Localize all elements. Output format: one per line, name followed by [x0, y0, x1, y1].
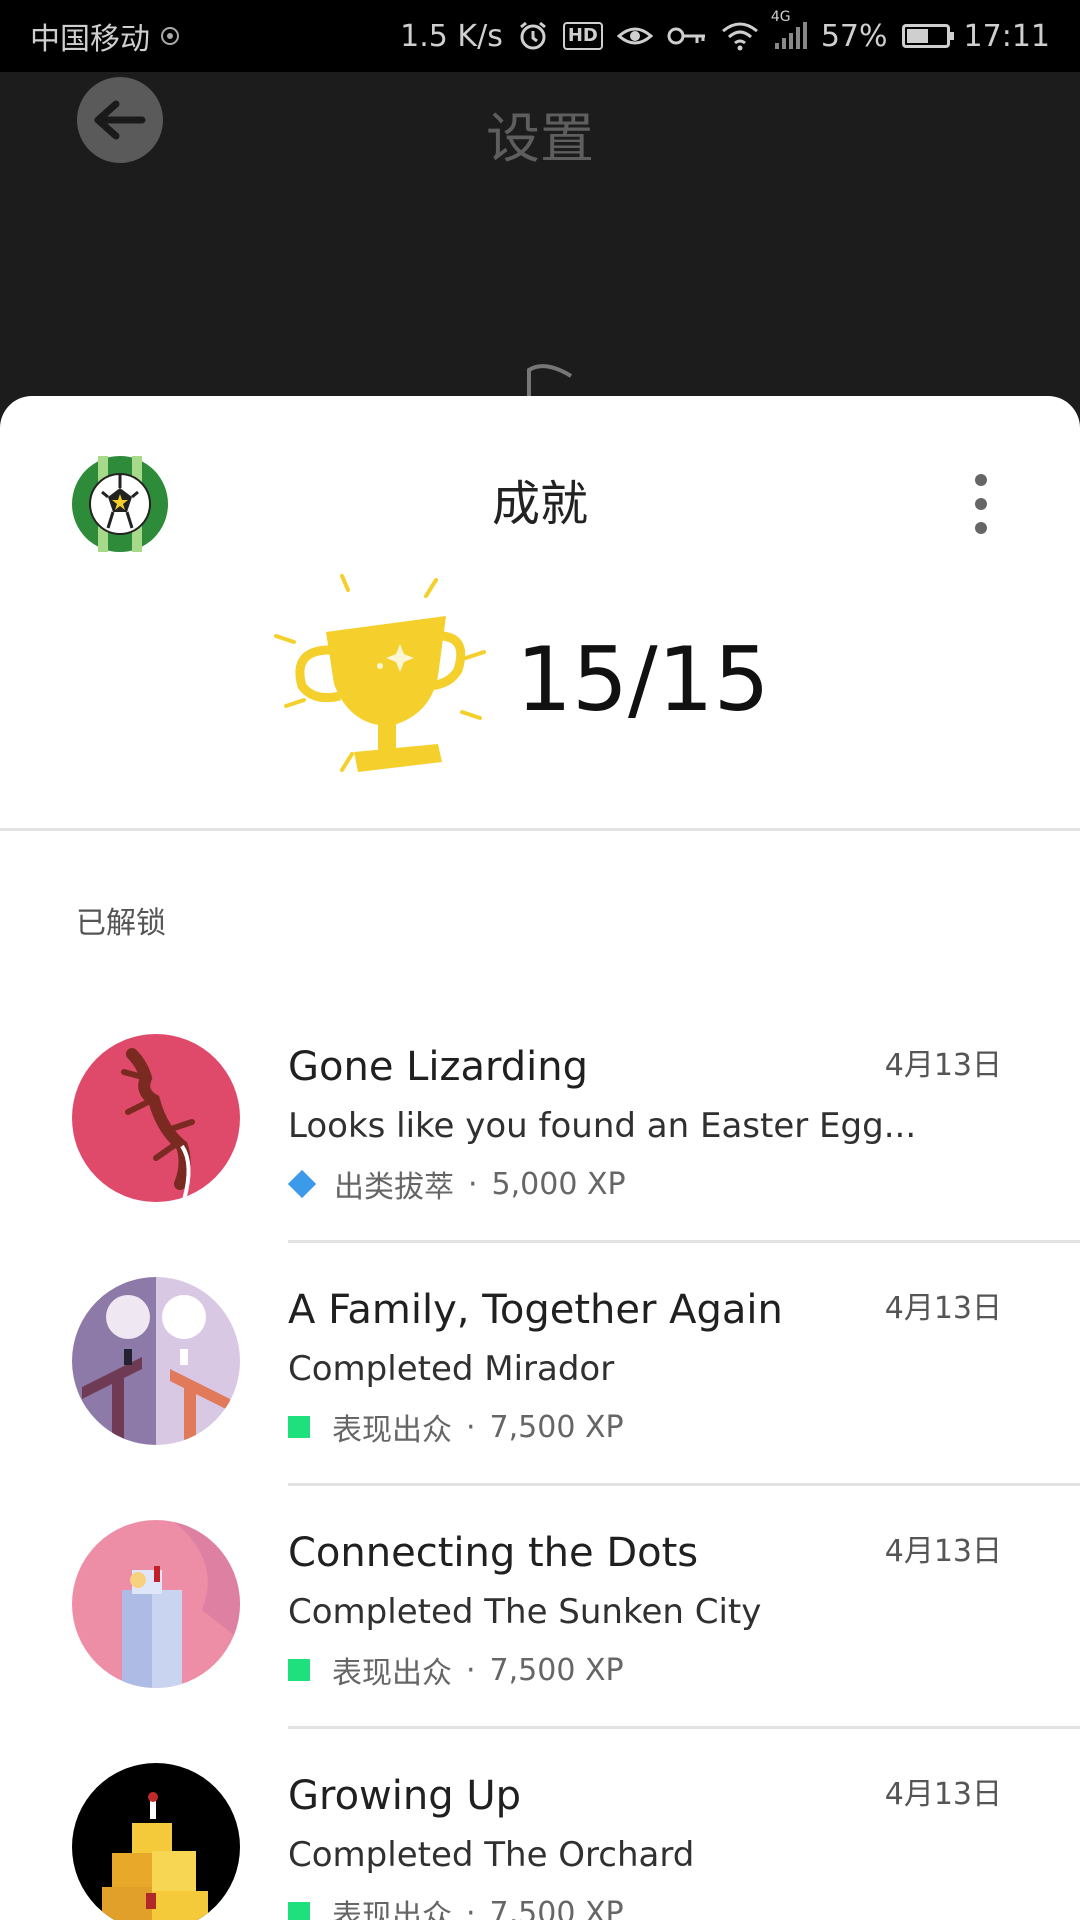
sunken-city-achievement-image: [72, 1520, 240, 1688]
rarity-label: 表现出众: [332, 1656, 452, 1691]
achievement-meta: 表现出众 · 7,500 XP: [288, 1648, 624, 1692]
eye-icon: [616, 22, 653, 50]
meta-separator: ·: [466, 1652, 476, 1688]
sim-icon: [160, 26, 180, 46]
achievement-meta: 表现出众 · 7,500 XP: [288, 1891, 624, 1920]
meta-separator: ·: [468, 1166, 478, 1202]
status-left: 中国移动: [30, 14, 180, 58]
achievements-sheet: 成就 15/15 已解锁 Gone Lizarding 4月13日 Looks …: [0, 396, 1080, 1920]
rarity-label: 出类拔萃: [334, 1170, 454, 1205]
status-bar: 中国移动 1.5 K/s HD 4G 57% 17:11: [0, 0, 1080, 72]
network-type: 4G: [770, 9, 791, 25]
achievement-description: Looks like you found an Easter Egg...: [288, 1106, 917, 1146]
item-divider: [288, 1240, 1080, 1243]
achievement-item[interactable]: Growing Up 4月13日 Completed The Orchard 表…: [0, 1763, 1080, 1920]
achievement-name: Gone Lizarding: [288, 1044, 589, 1090]
achievement-meta: 表现出众 · 7,500 XP: [288, 1405, 624, 1449]
xp-label: 5,000 XP: [491, 1166, 626, 1202]
item-divider: [288, 1726, 1080, 1729]
achievement-date: 4月13日: [884, 1291, 1002, 1326]
orchard-achievement-image: [72, 1763, 240, 1920]
more-dot: [975, 474, 987, 486]
achievement-progress: 15/15: [516, 628, 770, 731]
diamond-icon: [287, 1169, 317, 1199]
square-icon: [288, 1902, 310, 1920]
battery-percent: 57%: [820, 18, 888, 54]
achievement-name: Growing Up: [288, 1773, 521, 1819]
settings-header: 设置: [0, 72, 1080, 402]
item-divider: [288, 1483, 1080, 1486]
sheet-title: 成就: [491, 476, 588, 532]
achievement-item[interactable]: Connecting the Dots 4月13日 Completed The …: [0, 1520, 1080, 1763]
achievement-item[interactable]: Gone Lizarding 4月13日 Looks like you foun…: [0, 1034, 1080, 1277]
page-title: 设置: [486, 107, 594, 170]
achievement-description: Completed The Orchard: [288, 1835, 695, 1875]
more-dot: [975, 498, 987, 510]
wifi-icon: [721, 21, 759, 51]
alarm-icon: [517, 20, 549, 52]
achievement-date: 4月13日: [884, 1048, 1002, 1083]
lizard-achievement-image: [72, 1034, 240, 1202]
key-icon: [667, 24, 707, 48]
xp-label: 7,500 XP: [489, 1409, 624, 1445]
achievement-item[interactable]: A Family, Together Again 4月13日 Completed…: [0, 1277, 1080, 1520]
section-label-unlocked: 已解锁: [76, 906, 166, 941]
xp-label: 7,500 XP: [489, 1652, 624, 1688]
achievement-date: 4月13日: [884, 1534, 1002, 1569]
carrier-label: 中国移动: [30, 22, 150, 57]
rarity-label: 表现出众: [332, 1413, 452, 1448]
more-dot: [975, 522, 987, 534]
hd-icon: HD: [562, 22, 603, 50]
signal-icon: 4G: [771, 9, 807, 51]
achievement-meta: 出类拔萃 · 5,000 XP: [287, 1162, 626, 1206]
square-icon: [288, 1416, 310, 1438]
achievement-name: A Family, Together Again: [288, 1287, 783, 1333]
trophy-icon: [270, 566, 490, 796]
meta-separator: ·: [466, 1895, 476, 1920]
meta-separator: ·: [466, 1409, 476, 1445]
battery-icon: [901, 24, 954, 48]
square-icon: [288, 1659, 310, 1681]
status-right: 1.5 K/s HD 4G 57% 17:11: [400, 9, 1050, 54]
header-divider: [0, 828, 1080, 831]
more-options-button[interactable]: [966, 474, 996, 534]
achievement-date: 4月13日: [884, 1777, 1002, 1812]
mirador-achievement-image: [72, 1277, 240, 1445]
achievement-description: Completed Mirador: [288, 1349, 615, 1389]
achievement-description: Completed The Sunken City: [288, 1592, 762, 1632]
clock: 17:11: [963, 18, 1050, 54]
achievement-name: Connecting the Dots: [288, 1530, 699, 1576]
xp-label: 7,500 XP: [489, 1895, 624, 1920]
rarity-label: 表现出众: [332, 1899, 452, 1920]
network-speed: 1.5 K/s: [400, 18, 503, 54]
